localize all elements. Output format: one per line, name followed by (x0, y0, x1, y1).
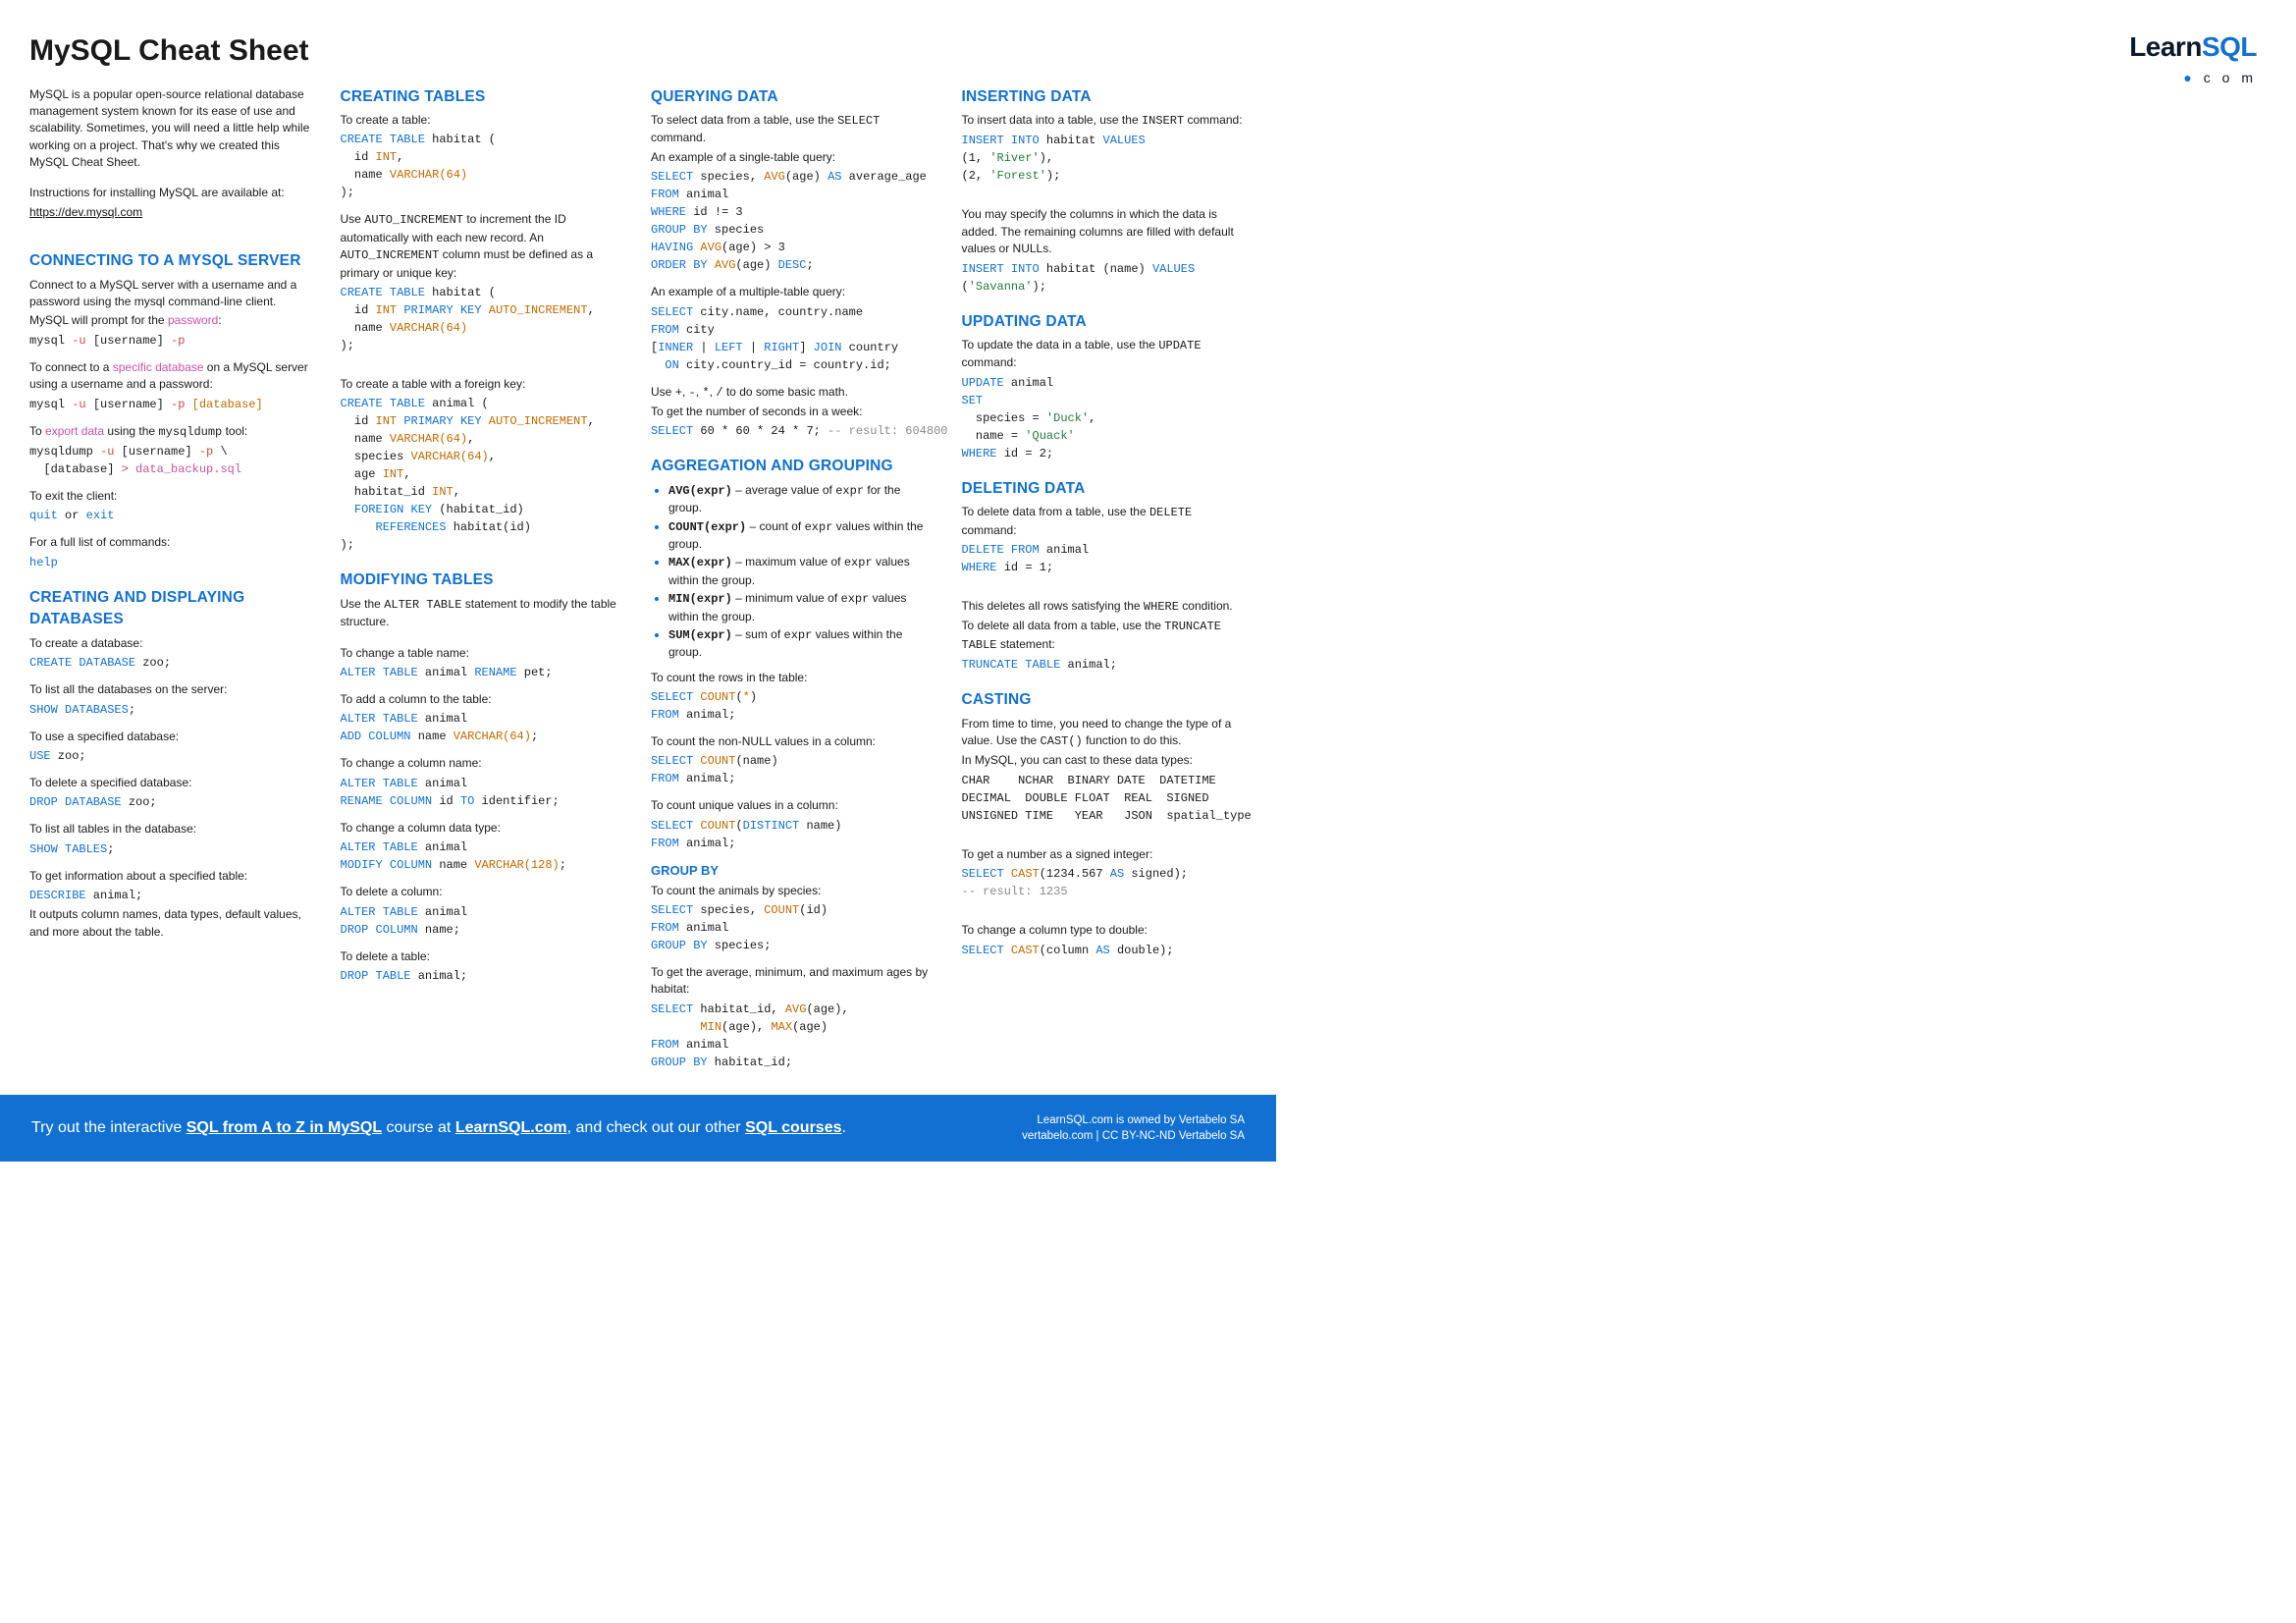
aggregation-item: SUM(expr) – sum of expr values within th… (668, 626, 936, 662)
connecting-desc: Connect to a MySQL server with a usernam… (29, 277, 315, 311)
code-connect-2: mysql -u [username] -p [database] (29, 396, 315, 413)
logo: LearnSQL ● c o m (2129, 27, 2257, 87)
connecting-pw-line: MySQL will prompt for the password: (29, 312, 315, 329)
install-label: Instructions for installing MySQL are av… (29, 185, 315, 201)
section-groupby: GROUP BY (651, 862, 936, 881)
install-link[interactable]: https://dev.mysql.com (29, 205, 142, 219)
section-deleting: DELETING DATA (962, 478, 1248, 500)
footer-credits: LearnSQL.com is owned by Vertabelo SA ve… (1022, 1112, 1245, 1144)
code-connect-1: mysql -u [username] -p (29, 332, 315, 350)
section-connecting: CONNECTING TO A MYSQL SERVER (29, 250, 315, 272)
column-4: INSERTING DATA To insert data into a tab… (962, 86, 1248, 1071)
section-querying: QUERYING DATA (651, 86, 936, 108)
aggregation-item: COUNT(expr) – count of expr values withi… (668, 518, 936, 554)
export-line: To export data using the mysqldump tool: (29, 423, 315, 441)
code-connect-4: quit or exit (29, 507, 315, 524)
aggregation-item: AVG(expr) – average value of expr for th… (668, 482, 936, 517)
code-connect-3: mysqldump -u [username] -p \ [database] … (29, 443, 315, 478)
aggregation-list: AVG(expr) – average value of expr for th… (651, 482, 936, 662)
connect-db-line: To connect to a specific database on a M… (29, 359, 315, 394)
column-1: MySQL is a popular open-source relationa… (29, 86, 315, 1071)
help-label: For a full list of commands: (29, 534, 315, 551)
column-2: CREATING TABLES To create a table: CREAT… (341, 86, 626, 1071)
section-updating: UPDATING DATA (962, 311, 1248, 333)
section-modifying-tables: MODIFYING TABLES (341, 569, 626, 591)
footer-cta: Try out the interactive SQL from A to Z … (31, 1116, 846, 1139)
code-connect-5: help (29, 554, 315, 571)
aggregation-item: MIN(expr) – minimum value of expr values… (668, 590, 936, 625)
aggregation-item: MAX(expr) – maximum value of expr values… (668, 554, 936, 589)
section-inserting: INSERTING DATA (962, 86, 1248, 108)
exit-label: To exit the client: (29, 488, 315, 505)
section-creating-tables: CREATING TABLES (341, 86, 626, 108)
section-aggregation: AGGREGATION AND GROUPING (651, 456, 936, 477)
page-title: MySQL Cheat Sheet (29, 29, 1247, 73)
footer: Try out the interactive SQL from A to Z … (0, 1095, 1276, 1162)
section-databases: CREATING AND DISPLAYING DATABASES (29, 587, 315, 631)
section-casting: CASTING (962, 689, 1248, 711)
column-3: QUERYING DATA To select data from a tabl… (651, 86, 936, 1071)
intro-text: MySQL is a popular open-source relationa… (29, 86, 315, 172)
